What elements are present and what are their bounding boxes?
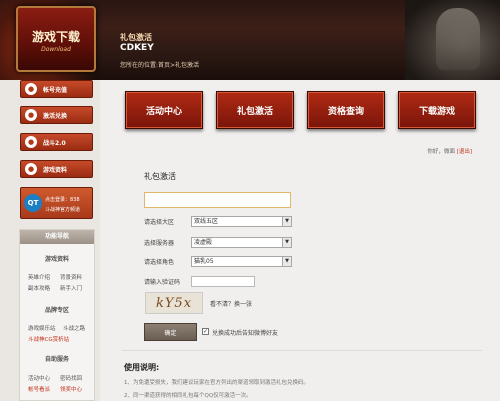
page-title: 礼包激活 [120,33,152,42]
page-subtitle: CDKEY [120,43,154,53]
logout-link[interactable]: [退出] [457,149,472,155]
activity-center-button[interactable]: 活动中心 [125,91,203,129]
captcha-label: 请输入验证码 [144,279,181,286]
sidebar-button-label: 游戏资料 [43,166,68,174]
share-weibo-label: 兑换成功后告知微博好友 [212,330,279,337]
nav-link-account[interactable]: 帐号看派 [28,385,50,393]
chevron-down-icon: ▼ [282,257,291,266]
role-select[interactable]: 猫乳05 ▼ [191,256,292,267]
main-content: 活动中心 礼包激活 资格查询 下载游戏 你好，微面 [退出] 礼包激活 请选择大… [100,80,500,401]
gift-activate-button[interactable]: 礼包激活 [216,91,294,129]
confirm-button[interactable]: 确定 [144,323,197,341]
region-label: 请选择大区 [144,219,175,226]
nav-link-cg[interactable]: 斗战神CG赏析站 [28,335,69,343]
game-download-logo[interactable]: 游戏下载 Download [16,6,96,72]
sidebar-button-battle[interactable]: ● 战斗2.0 [20,133,93,151]
book-icon: ● [25,163,37,175]
sidebar-button-game-info[interactable]: ● 游戏资料 [20,160,93,178]
eligibility-query-button[interactable]: 资格查询 [307,91,385,129]
chevron-down-icon: ▼ [282,217,291,226]
usage-title: 使用说明: [124,363,160,372]
sidebar-button-activate[interactable]: ● 激活兑换 [20,106,93,124]
nav-section-title: 自助服务 [44,356,69,363]
nav-link-road[interactable]: 斗战之路 [63,324,85,332]
sidebar-button-label: 激活兑换 [43,112,68,120]
region-select-value: 双线五区 [194,218,219,225]
nav-link-entertainment[interactable]: 游戏娱乐站 [28,324,56,332]
username: 微面 [443,149,455,155]
refresh-captcha-link[interactable]: 看不清？换一张 [210,299,252,308]
sidebar-button-label: 战斗2.0 [43,139,66,147]
role-select-value: 猫乳05 [194,258,214,265]
qt-channel-banner[interactable]: QT 点击登录：838 斗战神官方频道 [20,187,93,219]
logo-subtext: Download [41,46,71,53]
captcha-image[interactable]: kY5x [145,292,203,314]
nav-link-events[interactable]: 活动中心 [28,374,50,382]
user-status: 你好，微面 [退出] [427,147,472,155]
form-title: 礼包激活 [144,172,176,181]
qt-channel-text: 斗战神官方频道 [45,207,81,213]
nav-link-newbie[interactable]: 新手入门 [60,284,82,292]
function-nav-panel: 功能导航 游戏资料 英雄介绍 背景资料 副本攻略 新手入门 品牌专区 游戏娱乐站… [19,229,95,401]
user-icon: ● [25,83,37,95]
server-label: 选择服务器 [144,240,175,247]
nav-link-background[interactable]: 背景资料 [60,273,82,281]
nav-link-heroes[interactable]: 英雄介绍 [28,273,50,281]
chevron-down-icon: ▼ [282,238,291,247]
captcha-input[interactable] [191,276,255,287]
nav-section-title: 游戏资料 [44,256,69,263]
logo-text: 游戏下载 [31,30,80,44]
nav-panel-header: 功能导航 [20,230,94,244]
qt-logo-icon: QT [24,194,42,212]
server-select-value: 凌虚殿 [194,239,213,246]
nav-link-password[interactable]: 密码找回 [60,374,82,382]
gift-icon: ● [25,109,37,121]
nav-link-rewards[interactable]: 领奖中心 [60,385,82,393]
role-label: 请选择角色 [144,259,175,266]
nav-section-title: 品牌专区 [44,307,69,314]
usage-line: 2、同一渠道获得的相同礼包每个QQ仅可激活一次。 [124,393,252,399]
battle-icon: ● [25,136,37,148]
sidebar-button-recharge[interactable]: ● 帐号充值 [20,80,93,98]
share-weibo-checkbox[interactable]: ✓ [202,328,209,335]
sidebar-button-label: 帐号充值 [43,86,68,94]
breadcrumb: 您所在的位置:首页>礼包激活 [120,62,200,69]
server-select[interactable]: 凌虚殿 ▼ [191,237,292,248]
nav-link-dungeon-guide[interactable]: 副本攻略 [28,284,50,292]
greeting-text: 你好， [427,149,444,155]
usage-line: 1、为免遭受损失，我们建议玩家在官方列出的渠道领取到激活礼包兑换码。 [124,380,310,386]
header-warrior-art [405,0,500,80]
region-select[interactable]: 双线五区 ▼ [191,216,292,227]
qt-login-text: 点击登录：838 [45,197,80,203]
download-game-button[interactable]: 下载游戏 [398,91,476,129]
divider [122,350,482,351]
cdkey-input[interactable] [144,192,291,208]
